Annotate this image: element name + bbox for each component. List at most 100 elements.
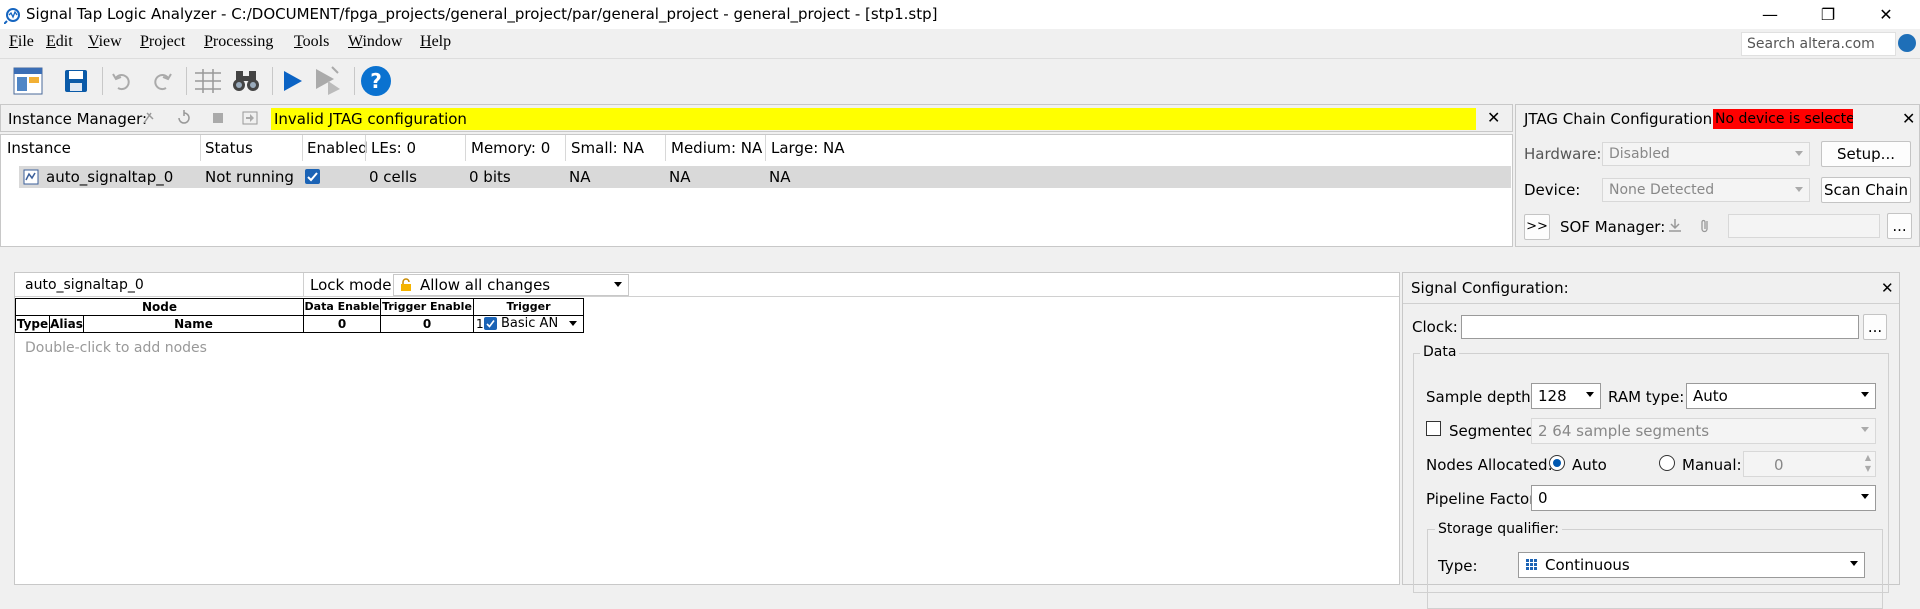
autorun-analysis-icon[interactable] [312,65,344,97]
node-finder-icon[interactable] [192,65,224,97]
col-status[interactable]: Status [205,139,253,157]
signal-config-close-button[interactable]: ✕ [1881,279,1894,297]
instance-manager-icon[interactable] [12,65,44,97]
clock-label: Clock: [1412,318,1458,336]
col-les[interactable]: LEs: 0 [371,139,416,157]
stop-instance-icon[interactable] [209,109,227,127]
add-nodes-hint[interactable]: Double-click to add nodes [25,340,207,356]
instance-manager-bar: Instance Manager: Invalid JTAG configura… [0,104,1513,132]
segmented-select[interactable]: 2 64 sample segments [1531,418,1876,444]
storage-type-label: Type: [1438,557,1478,575]
instance-manager-close-button[interactable]: ✕ [1487,108,1500,127]
alias-header[interactable]: Alias [49,315,84,333]
menu-window[interactable]: Window [348,33,402,51]
instance-large: NA [769,168,791,186]
nodes-auto-label: Auto [1572,456,1607,474]
trigger-enable-header[interactable]: Trigger Enable [380,298,474,316]
sample-depth-select[interactable]: 128 [1531,383,1601,409]
title-bar: Signal Tap Logic Analyzer - C:/DOCUMENT/… [0,0,1920,29]
jtag-title: JTAG Chain Configuration: [1524,110,1718,128]
segmented-checkbox[interactable] [1426,421,1441,436]
instance-les: 0 cells [369,168,417,186]
menu-edit[interactable]: Edit [46,33,73,51]
continuous-icon [1526,559,1537,570]
trigger-condition-index: 1 [476,317,484,331]
instance-status: Not running [205,168,294,186]
jtag-close-button[interactable]: ✕ [1902,109,1915,128]
clock-input[interactable] [1461,315,1859,339]
sof-file-field[interactable] [1728,214,1880,238]
col-large[interactable]: Large: NA [771,139,845,157]
instance-small: NA [569,168,591,186]
col-enabled[interactable]: Enabled [307,139,368,157]
lock-mode-value: Allow all changes [420,276,551,294]
menu-help[interactable]: Help [420,33,451,51]
data-enable-count: 0 [303,315,381,333]
instance-medium: NA [669,168,691,186]
autorun-instance-icon[interactable] [175,109,193,127]
segmented-label: Segmented: [1449,422,1541,440]
storage-qualifier-label: Storage qualifier: [1435,521,1563,537]
device-select[interactable]: None Detected [1602,178,1810,202]
spinner-up-icon[interactable]: ▲ [1865,453,1871,462]
nodes-allocated-label: Nodes Allocated: [1426,456,1553,474]
data-group-label: Data [1420,344,1460,360]
trigger-condition-checkbox[interactable] [484,317,497,330]
pipeline-factor-select[interactable]: 0 [1531,485,1876,511]
restore-button[interactable]: ❐ [1805,0,1851,29]
sof-browse-button[interactable]: ... [1887,213,1912,239]
help-icon[interactable]: ? [360,65,392,97]
col-medium[interactable]: Medium: NA [671,139,762,157]
signal-configuration-panel: Signal Configuration: ✕ Clock: ... Data … [1402,272,1900,609]
globe-icon[interactable] [1898,34,1916,52]
search-input[interactable]: Search altera.com [1741,32,1896,56]
menu-view[interactable]: View [88,33,122,51]
lock-mode-select[interactable]: Allow all changes [393,274,629,296]
program-device-icon[interactable] [1666,217,1684,235]
run-analysis-icon[interactable] [276,65,308,97]
close-window-button[interactable]: ✕ [1863,0,1909,29]
sof-manager-label: SOF Manager: [1560,218,1666,236]
jtag-chain-panel: JTAG Chain Configuration: No device is s… [1515,104,1920,247]
menu-file[interactable]: File [9,33,34,51]
attach-file-icon[interactable] [1696,217,1714,235]
run-instance-icon[interactable] [141,109,159,127]
menu-tools[interactable]: Tools [294,33,329,51]
expand-button[interactable]: >> [1524,214,1550,240]
type-header[interactable]: Type [15,315,50,333]
binoculars-icon[interactable] [230,65,262,97]
read-data-icon[interactable] [241,109,259,127]
col-memory[interactable]: Memory: 0 [471,139,550,157]
node-header[interactable]: Node [15,298,304,316]
clock-browse-button[interactable]: ... [1863,314,1887,340]
nodes-manual-radio[interactable] [1659,455,1675,471]
instance-table: Instance Status Enabled LEs: 0 Memory: 0… [0,134,1513,247]
spinner-down-icon[interactable]: ▼ [1865,464,1871,473]
minimize-button[interactable]: — [1747,0,1793,29]
storage-type-select[interactable]: Continuous [1518,552,1865,578]
lock-open-icon [401,278,411,291]
data-enable-header[interactable]: Data Enable [303,298,381,316]
name-header[interactable]: Name [83,315,304,333]
redo-icon[interactable] [146,65,178,97]
enabled-checkbox[interactable] [305,169,320,184]
save-icon[interactable] [60,65,92,97]
ram-type-select[interactable]: Auto [1686,383,1876,409]
menu-processing[interactable]: Processing [204,33,273,51]
undo-icon[interactable] [106,65,138,97]
trigger-conditions-header[interactable]: Trigger Conditions [473,298,584,329]
nodes-manual-spinner[interactable]: 0 ▲ ▼ [1743,451,1876,477]
trigger-condition-cell[interactable]: 1 Basic AN [473,315,584,333]
table-row[interactable]: auto_signaltap_0 Not running 0 cells 0 b… [19,166,1511,188]
nodes-auto-radio[interactable] [1549,455,1565,471]
hardware-select[interactable]: Disabled [1602,142,1810,166]
menu-project[interactable]: Project [140,33,185,51]
svg-text:?: ? [370,69,382,93]
col-small[interactable]: Small: NA [571,139,644,157]
jtag-error-message: Invalid JTAG configuration [271,108,1476,130]
col-instance[interactable]: Instance [7,139,71,157]
setup-button[interactable]: Setup... [1821,141,1911,167]
instance-memory: 0 bits [469,168,511,186]
scan-chain-button[interactable]: Scan Chain [1821,177,1911,203]
signal-config-title: Signal Configuration: [1411,279,1569,297]
